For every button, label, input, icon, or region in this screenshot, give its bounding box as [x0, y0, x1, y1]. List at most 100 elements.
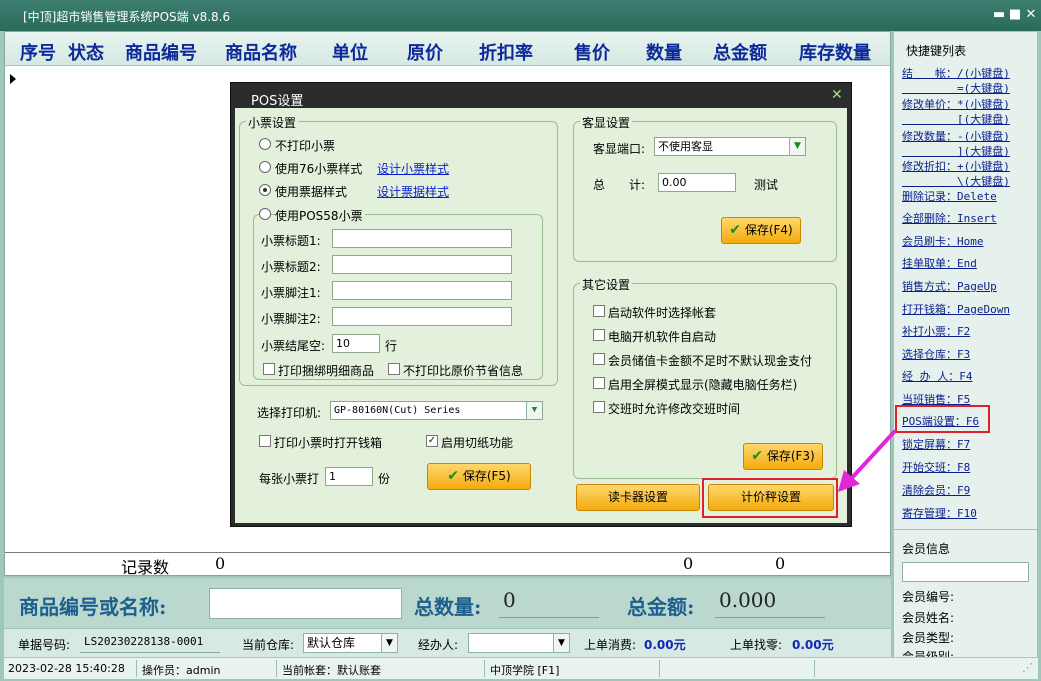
option-edit-handover-time[interactable]: 交班时允许修改交班时间 [608, 400, 740, 417]
shortcut-edit-discount[interactable]: 修改折扣：+(小键盘) \(大键盘) [902, 159, 1010, 189]
product-code-input[interactable] [209, 588, 402, 619]
cb-open-drawer[interactable] [259, 435, 271, 447]
dialog-title: POS设置 [251, 94, 304, 109]
status-operator: 操作员：admin [142, 664, 221, 677]
col-qty[interactable]: 数量 [646, 39, 682, 65]
close-icon[interactable]: ✕ [1022, 6, 1040, 24]
display-port-select[interactable]: 不使用客显 ▼ [654, 137, 806, 156]
other-settings-title: 其它设置 [580, 276, 633, 293]
display-test-label[interactable]: 测试 [754, 176, 778, 193]
radio-76-style[interactable] [259, 161, 271, 173]
cb-cut-paper-label[interactable]: 启用切纸功能 [441, 434, 513, 451]
radio-receipt-label[interactable]: 使用票据样式 [275, 183, 347, 200]
chevron-down-icon[interactable]: ▼ [381, 634, 397, 652]
col-status[interactable]: 状态 [68, 39, 104, 65]
footer1-input[interactable] [332, 281, 512, 300]
shortcut-warehouse[interactable]: 选择仓库：F3 [902, 347, 970, 362]
design-receipt-link[interactable]: 设计票据样式 [377, 183, 449, 200]
radio-pos58[interactable] [259, 208, 271, 220]
save-display-button[interactable]: ✔ 保存(F4) [721, 217, 801, 244]
last-spend-value: 0.00元 [644, 638, 686, 652]
cb-open-drawer-label[interactable]: 打印小票时打开钱箱 [274, 434, 382, 451]
footer2-input[interactable] [332, 307, 512, 326]
shortcut-open-drawer[interactable]: 打开钱箱：PageDown [902, 302, 1010, 317]
option-autostart[interactable]: 电脑开机软件自启动 [608, 328, 716, 345]
shortcut-reprint[interactable]: 补打小票：F2 [902, 324, 970, 339]
shortcut-delete-all[interactable]: 全部删除：Insert [902, 211, 997, 226]
radio-no-print-label[interactable]: 不打印小票 [275, 137, 335, 154]
shortcut-handler[interactable]: 经 办 人：F4 [902, 369, 973, 384]
shortcut-checkout[interactable]: 结 帐：/(小键盘) =(大键盘) [902, 66, 1010, 96]
printer-select[interactable]: GP-80160N(Cut) Series ▼ [330, 401, 543, 420]
chevron-down-icon[interactable]: ▼ [789, 138, 805, 155]
tail-blank-input[interactable]: 10 [332, 334, 380, 353]
col-seq[interactable]: 序号 [20, 39, 56, 65]
col-stock[interactable]: 库存数量 [799, 39, 871, 65]
shortcut-edit-price[interactable]: 修改单价：*(小键盘) [(大键盘) [902, 97, 1010, 127]
cb-autostart[interactable] [593, 329, 605, 341]
shortcut-handover[interactable]: 开始交班：F8 [902, 460, 970, 475]
col-unit[interactable]: 单位 [332, 39, 368, 65]
pos-settings-dialog: POS设置 ✕ 小票设置 不打印小票 使用76小票样式 设计小票样式 使用票据样… [230, 82, 852, 527]
radio-receipt-style[interactable] [259, 184, 271, 196]
col-total[interactable]: 总金额 [713, 39, 767, 65]
shortcut-lock-screen[interactable]: 锁定屏幕：F7 [902, 437, 970, 452]
radio-pos58-label[interactable]: 使用POS58小票 [275, 207, 365, 224]
status-academy-link[interactable]: 中顶学院 [F1] [490, 662, 559, 678]
option-no-cash-default[interactable]: 会员储值卡金额不足时不默认现金支付 [608, 352, 812, 369]
col-orig-price[interactable]: 原价 [407, 39, 443, 65]
cb-no-saving-info[interactable] [388, 363, 400, 375]
copies-input[interactable]: 1 [325, 467, 373, 486]
cb-no-saving-label[interactable]: 不打印比原价节省信息 [403, 362, 523, 379]
option-fullscreen[interactable]: 启用全屏模式显示(隐藏电脑任务栏) [608, 376, 797, 393]
cb-select-account[interactable] [593, 305, 605, 317]
col-name[interactable]: 商品名称 [225, 39, 297, 65]
cb-bundle-detail-label[interactable]: 打印捆绑明细商品 [278, 362, 374, 379]
radio-no-print[interactable] [259, 138, 271, 150]
cb-no-cash-default[interactable] [593, 353, 605, 365]
shortcut-clear-member[interactable]: 清除会员：F9 [902, 483, 970, 498]
status-bar: 2023-02-28 15:40:28 操作员：admin 当前帐套：默认账套 … [4, 657, 1038, 679]
display-port-label: 客显端口: [593, 142, 646, 156]
design-ticket-link[interactable]: 设计小票样式 [377, 160, 449, 177]
cb-bundle-detail[interactable] [263, 363, 275, 375]
radio-76-label[interactable]: 使用76小票样式 [275, 160, 362, 177]
title2-input[interactable] [332, 255, 512, 274]
cb-edit-handover-time[interactable] [593, 401, 605, 413]
close-icon[interactable]: ✕ [831, 87, 843, 103]
handler-select[interactable]: ▼ [468, 633, 570, 653]
warehouse-select[interactable]: 默认仓库 ▼ [303, 633, 398, 653]
cb-fullscreen[interactable] [593, 377, 605, 389]
shortcut-edit-qty[interactable]: 修改数量：-(小键盘) ](大键盘) [902, 129, 1010, 159]
shortcut-hold-order[interactable]: 挂单取单：End [902, 256, 977, 271]
shortcut-delete[interactable]: 删除记录：Delete [902, 189, 997, 204]
shortcut-storage[interactable]: 寄存管理：F10 [902, 506, 977, 521]
chevron-down-icon[interactable]: ▼ [553, 634, 569, 652]
save-ticket-button[interactable]: ✔ 保存(F5) [427, 463, 531, 490]
title-bar: [中顶]超市销售管理系统POS端 v8.8.6 ▬ ■ ✕ [0, 0, 1041, 31]
title2-label: 小票标题2: [261, 260, 321, 274]
title1-label: 小票标题1: [261, 234, 321, 248]
shortcut-sale-mode[interactable]: 销售方式：PageUp [902, 279, 997, 294]
footer-amount-value: 0 [775, 554, 786, 573]
tail-blank-unit: 行 [385, 339, 398, 353]
display-total-input[interactable]: 0.00 [658, 173, 736, 192]
save-other-button[interactable]: ✔ 保存(F3) [743, 443, 823, 470]
col-discount[interactable]: 折扣率 [479, 39, 533, 65]
divider [484, 660, 485, 677]
pos-settings-highlight-frame [895, 405, 990, 433]
cb-cut-paper[interactable]: ✓ [426, 435, 438, 447]
option-select-account[interactable]: 启动软件时选择帐套 [608, 304, 716, 321]
input-bar: 商品编号或名称: 总数量: 0 总金额: 0.000 [4, 578, 891, 628]
member-search-input[interactable] [902, 562, 1029, 582]
col-code[interactable]: 商品编号 [125, 39, 197, 65]
footer-qty-value: 0 [683, 554, 694, 573]
shortcut-member-card[interactable]: 会员刷卡：Home [902, 234, 984, 249]
col-price[interactable]: 售价 [574, 39, 610, 65]
resize-grip-icon[interactable]: ⋰ [1022, 661, 1033, 674]
card-reader-settings-button[interactable]: 读卡器设置 [576, 484, 700, 511]
chevron-down-icon[interactable]: ▼ [526, 402, 542, 419]
check-icon: ✔ [447, 468, 459, 484]
title1-input[interactable] [332, 229, 512, 248]
grid-footer: 记录数 0 0 0 [5, 552, 890, 577]
